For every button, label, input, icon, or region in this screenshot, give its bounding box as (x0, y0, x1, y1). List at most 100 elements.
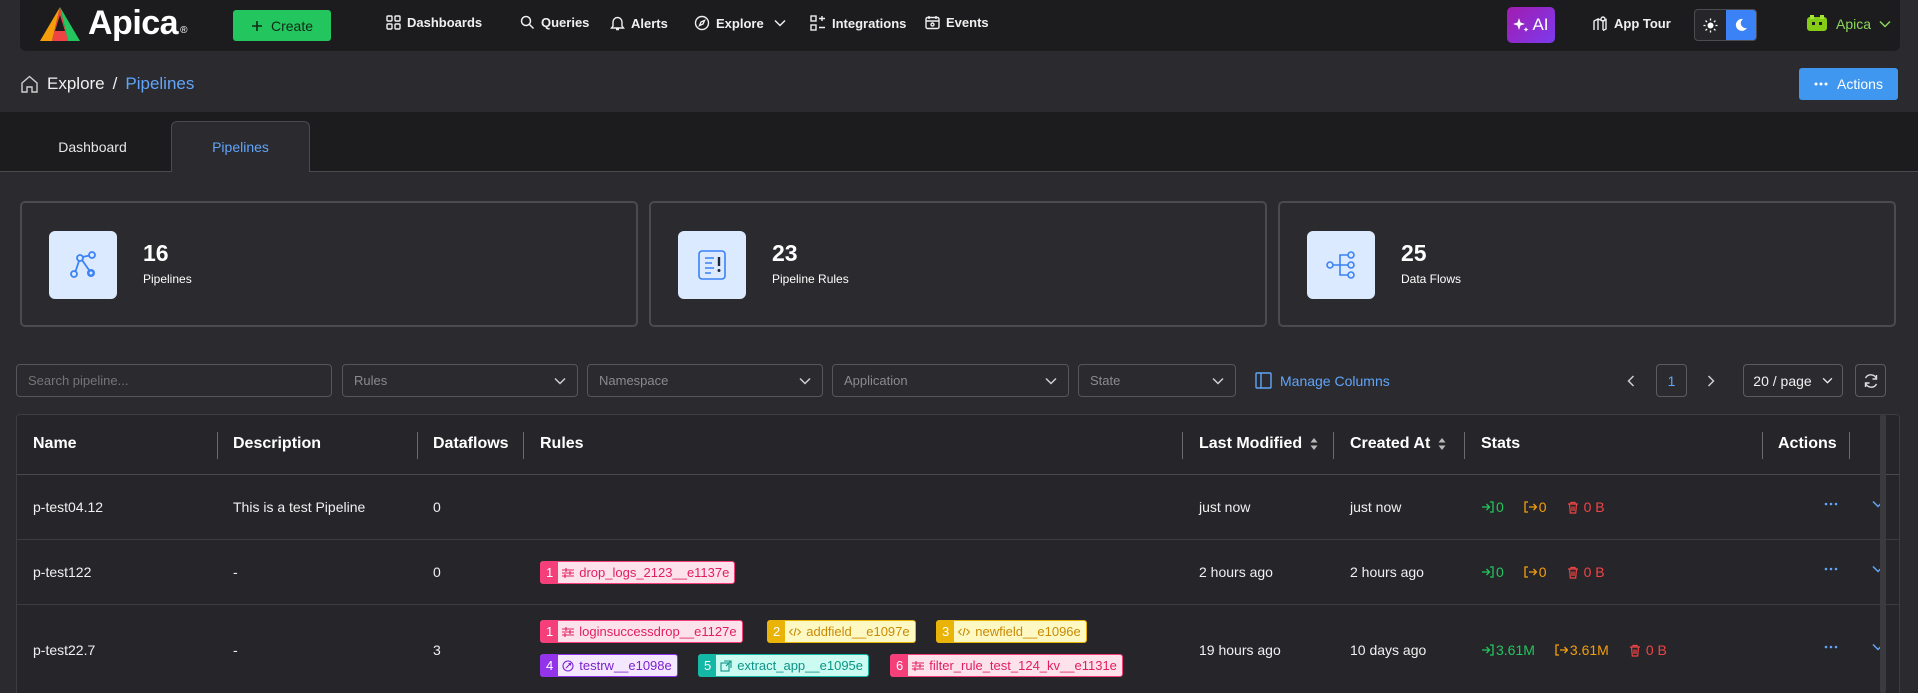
plus-icon (251, 20, 262, 31)
brand-logo[interactable]: Apica ® (38, 4, 187, 43)
tab-dashboard-label: Dashboard (58, 138, 127, 155)
stat-dropped-value: 0 B (1583, 564, 1605, 580)
tab-pipelines[interactable]: Pipelines (171, 121, 310, 172)
pipeline-dataflows: 0 (433, 499, 441, 515)
column-header-dataflows[interactable]: Dataflows (433, 435, 509, 453)
sign-in-icon (1482, 501, 1494, 513)
stat-in: 3.61M (1481, 642, 1535, 658)
ai-assistant-button[interactable]: AI (1507, 7, 1555, 43)
prev-page-button[interactable] (1618, 364, 1644, 397)
stat-out-value: 3.61M (1569, 642, 1609, 658)
column-header-description[interactable]: Description (233, 435, 321, 453)
sign-out-icon (1555, 644, 1568, 656)
column-header-last-modified[interactable]: Last Modified (1199, 435, 1318, 453)
stat-in: 0 (1481, 499, 1504, 515)
brand-name: Apica (88, 4, 179, 42)
rewrite-icon (562, 659, 574, 672)
chevron-down-icon (1822, 377, 1833, 384)
nav-explore-label: Explore (716, 15, 764, 31)
table-row[interactable]: p-test04.12 This is a test Pipeline 0 ju… (17, 475, 1899, 540)
column-stats-label: Stats (1481, 435, 1521, 452)
pipeline-name[interactable]: p-test04.12 (33, 499, 103, 515)
rule-tag-name: extract_app__e1095e (737, 658, 864, 673)
page-size-select[interactable]: 20 / page (1743, 364, 1843, 397)
user-name: Apica (1836, 16, 1872, 32)
home-icon[interactable] (20, 75, 39, 93)
trash-icon (1629, 644, 1640, 657)
theme-toggle[interactable] (1694, 9, 1757, 41)
rule-tag-name: newfield__e1096e (975, 624, 1081, 639)
pipeline-description: - (233, 642, 238, 658)
sort-icon[interactable] (1310, 437, 1318, 451)
ellipsis-icon[interactable] (1824, 502, 1838, 506)
column-header-actions[interactable]: Actions (1778, 435, 1837, 453)
pipelines-table: Name Description Dataflows Rules Last Mo… (16, 414, 1900, 693)
avatar-icon (1807, 15, 1827, 31)
rule-tag[interactable]: 1 loginsuccessdrop__e1127e (540, 620, 743, 643)
stat-dropped: 0 B (1567, 564, 1605, 580)
nav-alerts[interactable]: Alerts (610, 15, 668, 31)
pipeline-stats: 3.61M 3.61M 0 B (1481, 642, 1667, 658)
chevron-down-icon (1879, 20, 1891, 28)
rules-select[interactable]: Rules (342, 364, 578, 397)
stat-in: 0 (1481, 564, 1504, 580)
breadcrumb: Explore / Pipelines (20, 74, 194, 94)
pipeline-name[interactable]: p-test22.7 (33, 642, 95, 658)
rule-tag-index: 1 (541, 621, 559, 642)
breadcrumb-explore[interactable]: Explore (47, 74, 105, 94)
state-select[interactable]: State (1078, 364, 1236, 397)
breadcrumb-pipelines[interactable]: Pipelines (125, 74, 194, 94)
nav-integrations[interactable]: Integrations (810, 15, 906, 31)
stat-out: 3.61M (1555, 642, 1609, 658)
rule-tag[interactable]: 3 newfield__e1096e (936, 620, 1087, 643)
manage-columns-button[interactable]: Manage Columns (1255, 372, 1390, 389)
ellipsis-icon[interactable] (1824, 645, 1838, 649)
rule-tag[interactable]: 5 extract_app__e1095e (698, 654, 870, 677)
nav-events[interactable]: Events (925, 15, 989, 30)
tab-dashboard[interactable]: Dashboard (40, 121, 145, 172)
application-select-placeholder: Application (844, 373, 908, 388)
filter-sliders-icon (562, 567, 575, 578)
table-row[interactable]: p-test122 - 0 1 drop_logs_2123__e1137e 2… (17, 540, 1899, 605)
rule-tag[interactable]: 1 drop_logs_2123__e1137e (540, 561, 736, 584)
nav-dashboards[interactable]: Dashboards (386, 15, 482, 30)
nav-queries[interactable]: Queries (520, 15, 589, 30)
rule-tag[interactable]: 4 testrw__e1098e (540, 654, 678, 677)
ellipsis-icon (1814, 82, 1828, 86)
stat-dropped-value: 0 B (1645, 642, 1667, 658)
column-header-created-at[interactable]: Created At (1350, 435, 1446, 453)
app-tour-button[interactable]: App Tour (1592, 15, 1671, 31)
stat-out-value: 0 (1538, 499, 1547, 515)
sort-icon[interactable] (1438, 437, 1446, 451)
theme-light-option[interactable] (1695, 10, 1726, 40)
pipeline-created-at: 2 hours ago (1350, 564, 1424, 580)
search-pipeline-input[interactable] (16, 364, 332, 397)
refresh-button[interactable] (1855, 364, 1886, 397)
page-actions-button[interactable]: Actions (1799, 68, 1898, 100)
rule-tag[interactable]: 6 filter_rule_test_124_kv__e1131e (890, 654, 1123, 677)
table-row[interactable]: p-test22.7 - 3 1 loginsuccessdrop__e1127… (17, 605, 1899, 693)
filter-sliders-icon (562, 626, 575, 637)
next-page-button[interactable] (1698, 364, 1724, 397)
column-header-stats[interactable]: Stats (1481, 435, 1520, 453)
user-menu[interactable]: Apica (1806, 14, 1891, 34)
application-select[interactable]: Application (832, 364, 1069, 397)
nav-explore[interactable]: Explore (694, 15, 786, 31)
trash-icon (1567, 501, 1578, 514)
page-1-button[interactable]: 1 (1656, 364, 1687, 397)
rule-tag[interactable]: 2 addfield__e1097e (767, 620, 916, 643)
create-button[interactable]: Create (233, 10, 331, 41)
column-header-name[interactable]: Name (33, 435, 77, 453)
rules-select-placeholder: Rules (354, 373, 388, 388)
grid-icon (386, 15, 401, 30)
page-actions-label: Actions (1837, 76, 1883, 92)
compass-icon (694, 15, 710, 31)
table-scrollbar[interactable] (1880, 414, 1886, 693)
column-name-label: Name (33, 435, 77, 452)
theme-dark-option[interactable] (1725, 10, 1756, 40)
namespace-select[interactable]: Namespace (587, 364, 823, 397)
pipeline-dataflows: 3 (433, 642, 441, 658)
ellipsis-icon[interactable] (1824, 567, 1838, 571)
pipeline-name[interactable]: p-test122 (33, 564, 91, 580)
column-header-rules[interactable]: Rules (540, 435, 584, 453)
